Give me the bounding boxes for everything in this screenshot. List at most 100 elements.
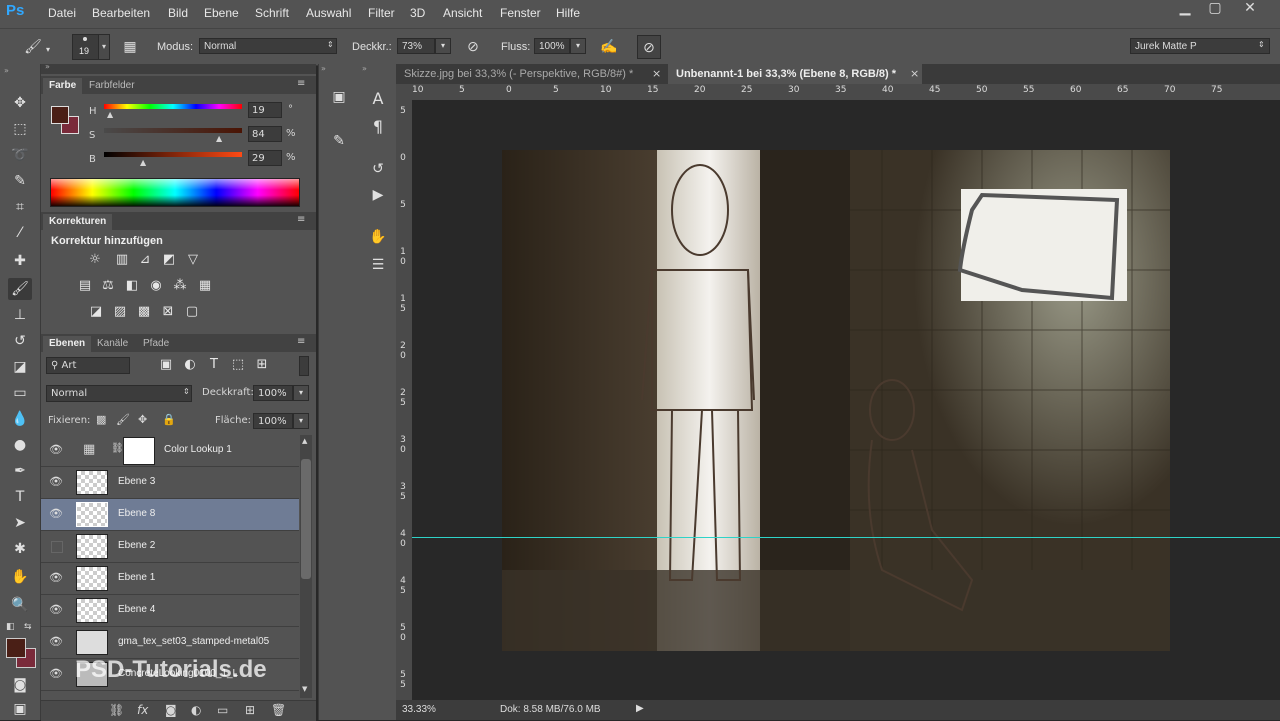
move-tool-icon[interactable]: ✥ — [8, 92, 32, 114]
tab-korrekturen[interactable]: Korrekturen — [43, 214, 113, 230]
foreground-color-swatch[interactable] — [6, 638, 26, 658]
canvas-area[interactable] — [412, 100, 1280, 700]
gradient-tool-icon[interactable]: ▭ — [8, 382, 32, 404]
layer-row[interactable]: 👁 gma_tex_set03_stamped-metal05 — [41, 627, 299, 659]
artwork[interactable] — [502, 150, 1170, 651]
path-select-tool-icon[interactable]: ➤ — [8, 512, 32, 534]
layer-row[interactable]: 👁 Ebene 3 — [41, 467, 299, 499]
fx-icon[interactable]: fx — [137, 703, 148, 717]
lock-all-icon[interactable]: 🔒 — [162, 413, 176, 426]
visibility-toggle-off[interactable] — [51, 541, 63, 553]
saturation-slider[interactable] — [104, 128, 242, 133]
flow-input[interactable]: 100% — [534, 38, 570, 54]
eye-icon[interactable]: 👁 — [49, 507, 63, 521]
brightness-slider[interactable] — [104, 152, 242, 157]
vibrance-icon[interactable]: ▽ — [184, 252, 202, 268]
hue-slider-handle[interactable]: ▲ — [107, 110, 113, 119]
filter-adjustment-icon[interactable]: ◐ — [181, 357, 199, 373]
layer-row-selected[interactable]: 👁 Ebene 8 — [41, 499, 299, 531]
black-white-icon[interactable]: ◧ — [123, 278, 141, 294]
zoom-level[interactable]: 33.33% — [402, 704, 436, 715]
hue-slider[interactable] — [104, 104, 242, 109]
menu-hilfe[interactable]: Hilfe — [556, 6, 580, 20]
chevron-down-icon[interactable]: ▾ — [435, 38, 451, 54]
tab-farbe[interactable]: Farbe — [43, 78, 83, 94]
filter-smart-object-icon[interactable]: ⊞ — [253, 357, 271, 373]
collapse-arrows-icon[interactable]: » — [4, 66, 9, 75]
hand-tool-icon[interactable]: ✋ — [8, 566, 32, 588]
eraser-tool-icon[interactable]: ◪ — [8, 356, 32, 378]
new-group-icon[interactable]: ▭ — [217, 703, 228, 717]
actions-panel-icon[interactable]: ▶ — [366, 184, 390, 206]
brush-tool-icon[interactable]: 🖌 — [22, 35, 44, 57]
chevron-down-icon[interactable]: ▾ — [570, 38, 586, 54]
hue-input[interactable]: 19 — [248, 102, 282, 118]
levels-icon[interactable]: ▥ — [113, 252, 131, 268]
brush-preset-picker[interactable]: 19 — [72, 34, 100, 60]
paragraph-panel-icon[interactable]: ¶ — [366, 116, 390, 138]
layer-row[interactable]: 👁 Ebene 1 — [41, 563, 299, 595]
chevron-down-icon[interactable]: ▾ — [46, 45, 50, 54]
brush-panel-toggle-icon[interactable]: ▦ — [119, 35, 141, 57]
collapse-arrows-icon[interactable]: » — [362, 64, 367, 73]
status-menu-arrow-icon[interactable]: ▶ — [636, 703, 644, 714]
lock-pixels-icon[interactable]: 🖌 — [116, 413, 130, 426]
menu-datei[interactable]: Datei — [48, 6, 76, 20]
menu-bild[interactable]: Bild — [168, 6, 188, 20]
pressure-size-icon[interactable]: ⊘ — [637, 35, 661, 59]
shape-tool-icon[interactable]: ✱ — [8, 538, 32, 560]
saturation-slider-handle[interactable]: ▲ — [216, 134, 222, 143]
chevron-down-icon[interactable]: ▾ — [293, 385, 309, 401]
airbrush-icon[interactable]: ✍ — [598, 35, 620, 57]
character-panel-icon[interactable]: A — [366, 88, 390, 110]
swap-colors-icon[interactable]: ⇆ — [24, 622, 32, 632]
channel-mixer-icon[interactable]: ⁂ — [171, 278, 189, 294]
maximize-icon[interactable]: ▢ — [1200, 0, 1230, 18]
layer-row[interactable]: Ebene 2 — [41, 531, 299, 563]
zoom-tool-icon[interactable]: 🔍 — [8, 594, 32, 616]
eyedropper-tool-icon[interactable]: ⁄ — [8, 222, 32, 244]
link-layers-icon[interactable]: ⛓ — [109, 703, 124, 717]
color-lookup-icon[interactable]: ▦ — [196, 278, 214, 294]
brightness-contrast-icon[interactable]: ☼ — [86, 252, 104, 268]
ruler-origin[interactable] — [396, 84, 412, 100]
scrollbar-thumb[interactable] — [301, 459, 311, 579]
marquee-tool-icon[interactable]: ⬚ — [8, 118, 32, 140]
tab-pfade[interactable]: Pfade — [137, 336, 175, 352]
menu-auswahl[interactable]: Auswahl — [306, 6, 351, 20]
color-spectrum-bar[interactable] — [50, 178, 300, 207]
eye-icon[interactable]: 👁 — [49, 603, 63, 617]
minimize-icon[interactable]: ▁ — [1170, 0, 1200, 18]
new-layer-icon[interactable]: ⊞ — [245, 703, 255, 717]
new-adjustment-icon[interactable]: ◐ — [191, 703, 201, 717]
fill-input[interactable]: 100% — [253, 413, 293, 429]
delete-layer-icon[interactable]: 🗑 — [271, 703, 286, 717]
crop-tool-icon[interactable]: ⌗ — [8, 196, 32, 218]
eye-icon[interactable]: 👁 — [49, 443, 63, 457]
saturation-input[interactable]: 84 — [248, 126, 282, 142]
type-tool-icon[interactable]: T — [8, 486, 32, 508]
menu-filter[interactable]: Filter — [368, 6, 395, 20]
curves-icon[interactable]: ⊿ — [136, 252, 154, 268]
blur-tool-icon[interactable]: 💧 — [8, 408, 32, 430]
menu-schrift[interactable]: Schrift — [255, 6, 289, 20]
pen-tool-icon[interactable]: ✒ — [8, 460, 32, 482]
posterize-icon[interactable]: ▨ — [111, 304, 129, 320]
lock-transparency-icon[interactable]: ▩ — [96, 413, 106, 426]
navigator-panel-icon[interactable]: ▣ — [327, 86, 351, 108]
chevron-down-icon[interactable]: ▾ — [98, 34, 110, 60]
stamp-tool-icon[interactable]: ⊥ — [8, 304, 32, 326]
mode-select[interactable]: Normal — [199, 38, 337, 54]
filter-pixel-icon[interactable]: ▣ — [157, 357, 175, 373]
threshold-icon[interactable]: ▩ — [135, 304, 153, 320]
brush-tool-icon[interactable]: 🖌 — [8, 278, 32, 300]
chevron-down-icon[interactable]: ▾ — [293, 413, 309, 429]
properties-panel-icon[interactable]: ☰ — [366, 254, 390, 276]
layer-mask-thumbnail[interactable] — [123, 437, 155, 465]
workspace-select[interactable]: Jurek Matte P — [1130, 38, 1270, 54]
scroll-down-icon[interactable]: ▼ — [302, 685, 307, 693]
menu-bearbeiten[interactable]: Bearbeiten — [92, 6, 150, 20]
menu-ebene[interactable]: Ebene — [204, 6, 239, 20]
tool-presets-icon[interactable]: ✋ — [366, 226, 390, 248]
brush-panel-icon[interactable]: ✎ — [327, 130, 351, 152]
